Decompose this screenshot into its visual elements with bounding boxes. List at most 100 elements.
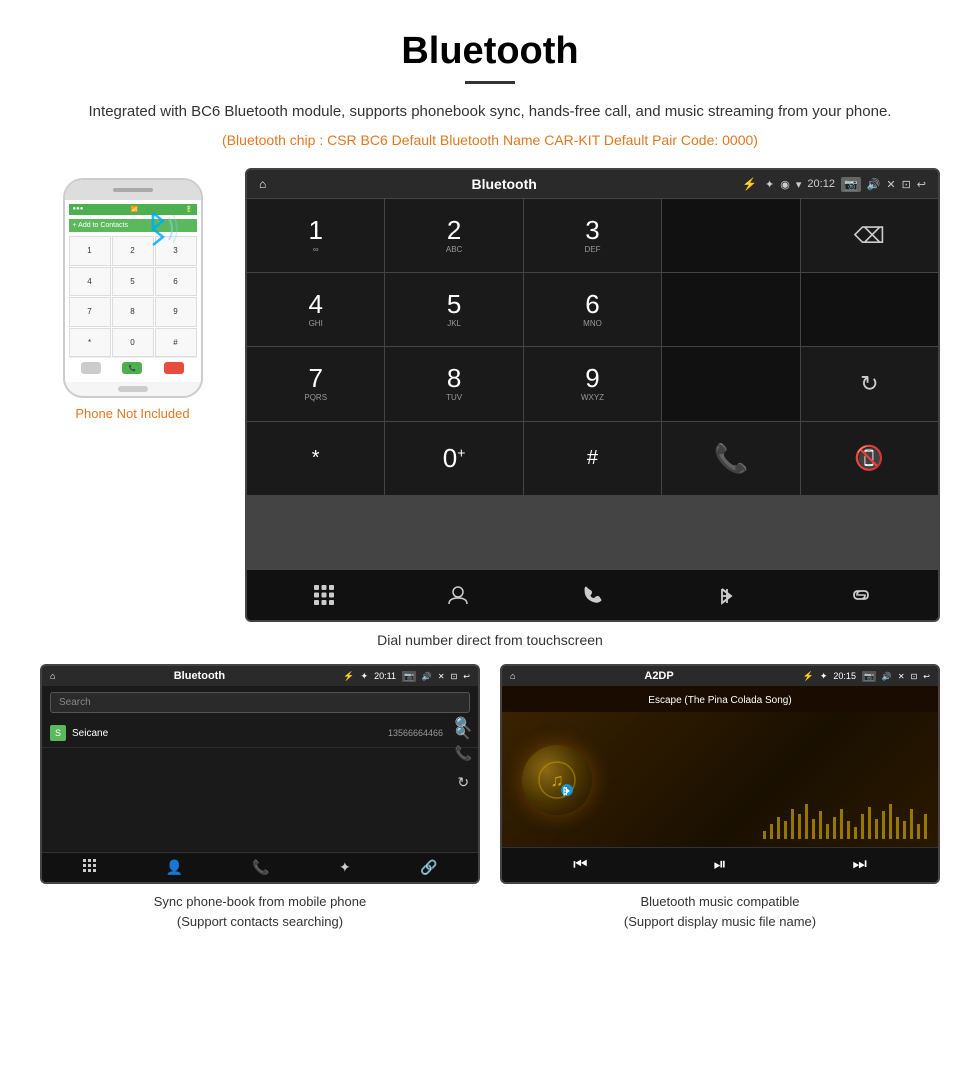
music-caption: Bluetooth music compatible(Support displ…: [624, 892, 816, 931]
pb-side-phone-icon[interactable]: 📞: [455, 745, 472, 762]
dial-key-9[interactable]: 9 WXYZ: [524, 347, 661, 420]
pb-nav-contacts[interactable]: 👤: [166, 859, 183, 876]
pb-contact-initial: S: [50, 725, 66, 741]
dial-key-1[interactable]: 1 ∞: [247, 199, 384, 272]
back-icon[interactable]: ↩: [917, 178, 926, 191]
music-album-art: ♫: [522, 745, 592, 815]
phone-home-button[interactable]: [118, 386, 148, 392]
phone-decline-btn[interactable]: [164, 362, 184, 374]
prev-track-btn[interactable]: ⏮: [573, 856, 587, 874]
phone-key-8[interactable]: 8: [112, 297, 154, 327]
close-icon[interactable]: ✕: [886, 178, 895, 191]
nav-bluetooth-btn[interactable]: [707, 580, 747, 610]
keypad-icon: [313, 584, 335, 606]
music-close-icon[interactable]: ✕: [898, 672, 905, 681]
phonebook-screenshot: ⌂ Bluetooth ⚡ ✦ 20:11 📷 🔊 ✕ ⊡ ↩ Search S…: [40, 664, 480, 931]
phone-key-1[interactable]: 1: [69, 236, 111, 266]
dial-key-backspace[interactable]: ⌫: [801, 199, 938, 272]
dial-key-star[interactable]: *: [247, 422, 384, 495]
nav-keypad-btn[interactable]: [304, 580, 344, 610]
music-screenshot: ⌂ A2DP ⚡ ✦ 20:15 📷 🔊 ✕ ⊡ ↩ Escape (The P…: [500, 664, 940, 931]
phone-key-hash[interactable]: #: [155, 328, 197, 358]
location-status-icon: ◉: [780, 178, 790, 191]
phone-key-7[interactable]: 7: [69, 297, 111, 327]
pb-vol-icon[interactable]: 🔊: [422, 672, 432, 681]
phone-key-5[interactable]: 5: [112, 267, 154, 297]
main-content-row: ●●●📶🔋 + Add to Contacts 1 2 3 4 5 6 7 8 …: [40, 168, 940, 622]
eq-bar: [840, 809, 843, 839]
bottom-row: ⌂ Bluetooth ⚡ ✦ 20:11 📷 🔊 ✕ ⊡ ↩ Search S…: [40, 664, 940, 931]
phone-top-bar: [65, 180, 201, 200]
eq-bar: [910, 809, 913, 839]
eq-bar: [819, 811, 822, 839]
pb-contact-name: Seicane: [72, 728, 382, 739]
phone-not-included-label: Phone Not Included: [75, 406, 189, 421]
music-win-icon[interactable]: ⊡: [911, 672, 918, 681]
pb-camera-icon[interactable]: 📷: [402, 671, 416, 682]
pb-back-icon[interactable]: ↩: [463, 672, 470, 681]
phone-key-6[interactable]: 6: [155, 267, 197, 297]
pb-side-refresh-icon[interactable]: ↻: [457, 774, 469, 791]
dial-key-3[interactable]: 3 DEF: [524, 199, 661, 272]
pb-win-icon[interactable]: ⊡: [451, 672, 458, 681]
phone-call-btn[interactable]: 📞: [122, 362, 142, 374]
bluetooth-nav-icon: [718, 584, 736, 606]
camera-icon[interactable]: 📷: [841, 177, 861, 192]
music-equalizer-bars: [762, 789, 928, 839]
music-camera-icon[interactable]: 📷: [862, 671, 876, 682]
music-vol-icon[interactable]: 🔊: [882, 672, 892, 681]
eq-bar: [903, 821, 906, 839]
main-caption: Dial number direct from touchscreen: [40, 632, 940, 648]
dial-key-call-red[interactable]: 📵: [801, 422, 938, 495]
volume-icon[interactable]: 🔊: [867, 178, 881, 191]
eq-bar: [784, 821, 787, 839]
phone-bottom-row: 📞: [69, 357, 197, 378]
play-pause-btn[interactable]: ⏯: [714, 856, 727, 874]
pb-nav-keypad[interactable]: [83, 859, 97, 876]
music-screen: ⌂ A2DP ⚡ ✦ 20:15 📷 🔊 ✕ ⊡ ↩ Escape (The P…: [500, 664, 940, 884]
dial-key-empty-r2c5: [801, 273, 938, 346]
nav-phone-btn[interactable]: [572, 580, 612, 610]
pb-search-bar[interactable]: Search: [50, 692, 470, 713]
dial-key-0[interactable]: 0+: [385, 422, 522, 495]
eq-bar: [805, 804, 808, 839]
phone-end-btn[interactable]: [81, 362, 101, 374]
window-icon[interactable]: ⊡: [902, 178, 911, 191]
nav-link-btn[interactable]: [841, 580, 881, 610]
pb-nav-bar: 👤 📞 ✦ 🔗: [42, 852, 478, 882]
pb-nav-phone[interactable]: 📞: [252, 859, 269, 876]
dial-key-7[interactable]: 7 PQRS: [247, 347, 384, 420]
dial-key-8[interactable]: 8 TUV: [385, 347, 522, 420]
dial-key-hash[interactable]: #: [524, 422, 661, 495]
pb-close-icon[interactable]: ✕: [438, 672, 445, 681]
title-divider: [465, 81, 515, 84]
nav-contacts-btn[interactable]: [438, 580, 478, 610]
eq-bar: [791, 809, 794, 839]
phone-key-9[interactable]: 9: [155, 297, 197, 327]
pb-home-icon[interactable]: ⌂: [50, 671, 55, 681]
dial-key-call-green[interactable]: 📞: [662, 422, 799, 495]
eq-bar: [861, 814, 864, 839]
music-back-icon[interactable]: ↩: [923, 672, 930, 681]
music-home-icon[interactable]: ⌂: [510, 671, 515, 681]
car-status-right: ✦ ◉ ▾ 20:12 📷 🔊 ✕ ⊡ ↩: [765, 177, 926, 192]
pb-nav-bt[interactable]: ✦: [339, 859, 351, 876]
dial-key-5[interactable]: 5 JKL: [385, 273, 522, 346]
pb-bt-icon: ✦: [361, 671, 369, 682]
pb-nav-link[interactable]: 🔗: [420, 859, 437, 876]
dial-key-2[interactable]: 2 ABC: [385, 199, 522, 272]
music-bt-icon: ✦: [820, 671, 828, 682]
phone-key-0[interactable]: 0: [112, 328, 154, 358]
dial-key-4[interactable]: 4 GHI: [247, 273, 384, 346]
next-track-btn[interactable]: ⏭: [853, 856, 867, 874]
eq-bar: [889, 804, 892, 839]
phone-key-4[interactable]: 4: [69, 267, 111, 297]
pb-side-search-icon[interactable]: 🔍: [455, 716, 472, 733]
dial-key-6[interactable]: 6 MNO: [524, 273, 661, 346]
dial-key-redial[interactable]: ↻: [801, 347, 938, 420]
phone-key-star[interactable]: *: [69, 328, 111, 358]
eq-bar: [847, 821, 850, 839]
dialpad-grid: 1 ∞ 2 ABC 3 DEF ⌫ 4 GHI 5 JK: [247, 199, 938, 569]
page-description: Integrated with BC6 Bluetooth module, su…: [40, 100, 940, 124]
home-icon[interactable]: ⌂: [259, 177, 266, 191]
